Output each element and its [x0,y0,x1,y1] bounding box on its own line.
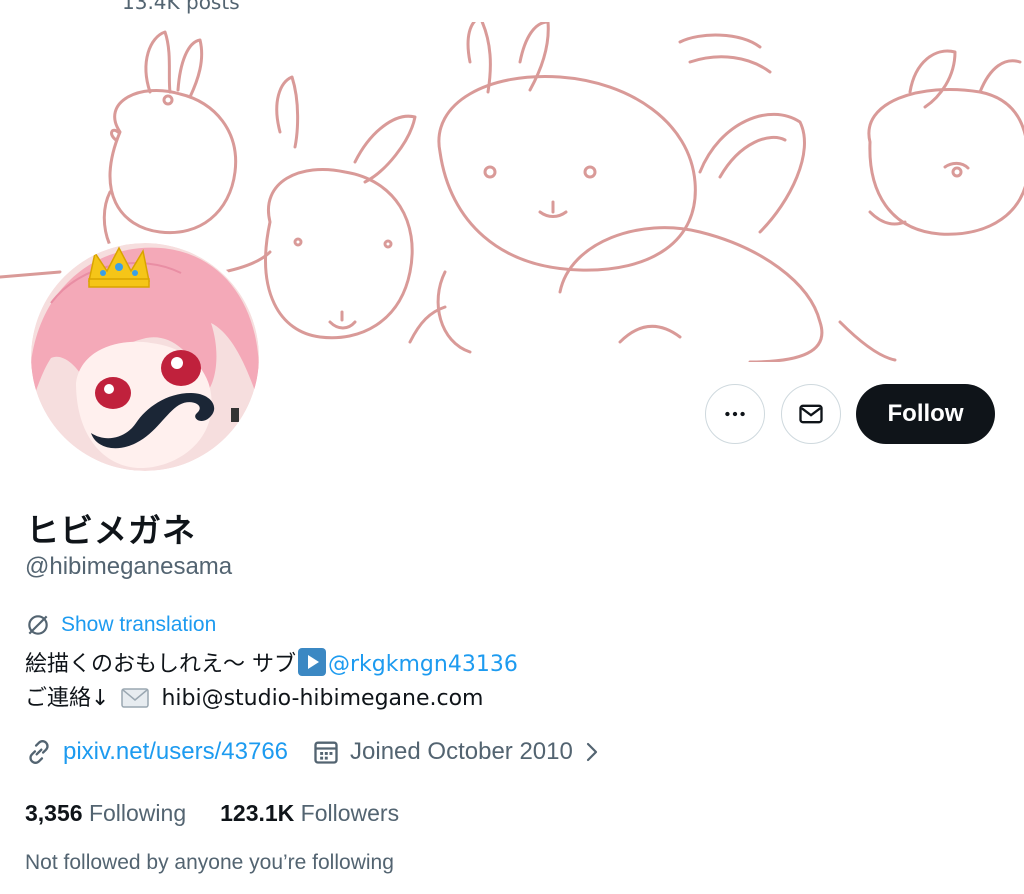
followers-stat-link[interactable]: 123.1K Followers [220,800,399,827]
following-stat-link[interactable]: 3,356 Following [25,800,186,827]
website-link[interactable]: pixiv.net/users/43766 [63,738,288,766]
display-name: ヒビメガネ [26,511,196,550]
bio-text: 絵描くのおもしれえ～ サブ [25,652,296,677]
translate-row: Show translation [25,612,216,638]
translate-icon [28,615,48,635]
more-horizontal-icon [725,411,745,417]
link-icon [29,740,49,764]
calendar-icon [314,741,338,764]
avatar-image [31,243,259,471]
followers-label: Followers [300,800,400,826]
following-label: Following [88,800,187,826]
mutual-followers-note: Not followed by anyone you’re following [25,851,394,874]
follow-stats: 3,356 Following 123.1K Followers [25,800,433,827]
bio-mention-link[interactable]: @rkgkmgn43136 [328,652,518,677]
bio-contact-prefix: ご連絡↓ [25,686,110,711]
profile-avatar[interactable] [26,238,264,476]
bio-contact-email: hibi@studio-hibimegane.com [161,686,484,711]
bio-line-1: 絵描くのおもしれえ～ サブ @rkgkmgn43136 [25,648,518,682]
follow-button[interactable]: Follow [856,384,995,444]
envelope-emoji-icon [121,688,150,708]
profile-meta: pixiv.net/users/43766 Joined October 201… [25,738,601,766]
chevron-right-icon [586,742,597,762]
joined-date: Joined October 2010 [350,738,573,765]
message-button[interactable] [781,384,841,444]
user-handle: @hibimeganesama [25,553,233,580]
play-button-emoji-icon [298,648,326,676]
envelope-icon [799,404,823,424]
followers-count: 123.1K [220,800,295,826]
following-count: 3,356 [25,800,83,826]
show-translation-link[interactable]: Show translation [61,613,216,637]
more-options-button[interactable] [705,384,765,444]
posts-count: 13.4K posts [122,0,240,14]
profile-bio: 絵描くのおもしれえ～ サブ @rkgkmgn43136 ご連絡↓ hibi@stu… [25,648,518,716]
bio-line-2: ご連絡↓ hibi@studio-hibimegane.com [25,682,518,716]
joined-expand-button[interactable] [583,740,601,764]
